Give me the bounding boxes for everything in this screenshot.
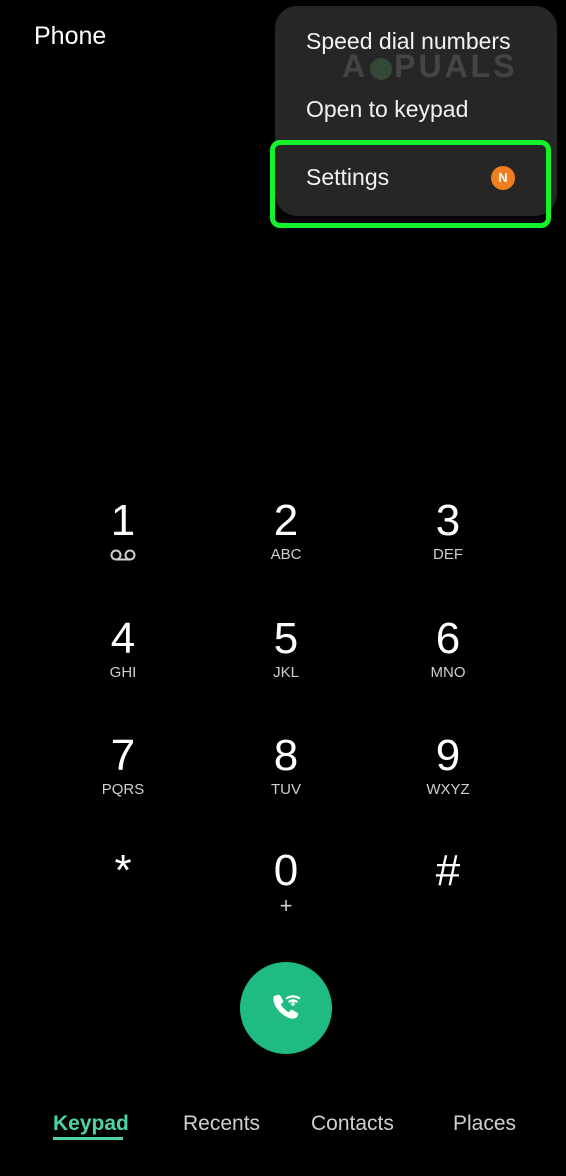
key-letters: TUV [271,781,301,798]
key-digit: 9 [435,731,461,780]
settings-highlight-box [270,140,551,228]
watermark: A PUALS [342,48,518,85]
call-button[interactable] [240,962,332,1054]
active-tab-indicator [53,1137,123,1140]
tab-places[interactable]: Places [453,1112,516,1136]
watermark-right: PUALS [394,48,518,84]
key-0[interactable]: 0 + [226,840,346,940]
key-letters: JKL [273,664,299,681]
key-letters: ABC [270,546,302,563]
key-6[interactable]: 6 MNO [388,608,508,708]
tab-recents[interactable]: Recents [183,1112,260,1136]
key-digit: 7 [110,731,136,780]
key-star[interactable]: * [63,840,183,940]
key-1[interactable]: 1 [63,490,183,590]
wifi-call-icon [264,984,308,1033]
tab-contacts[interactable]: Contacts [311,1112,394,1136]
key-digit: 6 [435,614,461,663]
key-4[interactable]: 4 GHI [63,608,183,708]
key-letters: MNO [430,664,466,681]
watermark-left: A [342,48,369,84]
key-3[interactable]: 3 DEF [388,490,508,590]
key-digit: * [114,846,132,895]
key-letters: WXYZ [426,781,470,798]
voicemail-icon [110,548,136,567]
key-letters: PQRS [101,781,145,798]
tab-keypad[interactable]: Keypad [53,1112,129,1136]
key-digit: 1 [110,496,136,545]
watermark-logo-icon [370,57,393,80]
key-7[interactable]: 7 PQRS [63,725,183,825]
key-digit: # [435,846,461,895]
key-digit: 3 [435,496,461,545]
key-digit: 0 [273,846,299,895]
key-letters: GHI [109,664,137,681]
key-5[interactable]: 5 JKL [226,608,346,708]
key-digit: 5 [273,614,299,663]
menu-item-open-to-keypad[interactable]: Open to keypad [306,96,468,123]
key-9[interactable]: 9 WXYZ [388,725,508,825]
key-letters: + [279,893,293,918]
key-2[interactable]: 2 ABC [226,490,346,590]
key-hash[interactable]: # [388,840,508,940]
key-digit: 8 [273,731,299,780]
key-digit: 4 [110,614,136,663]
key-letters: DEF [433,546,463,563]
app-title: Phone [34,22,107,50]
key-digit: 2 [273,496,299,545]
key-8[interactable]: 8 TUV [226,725,346,825]
